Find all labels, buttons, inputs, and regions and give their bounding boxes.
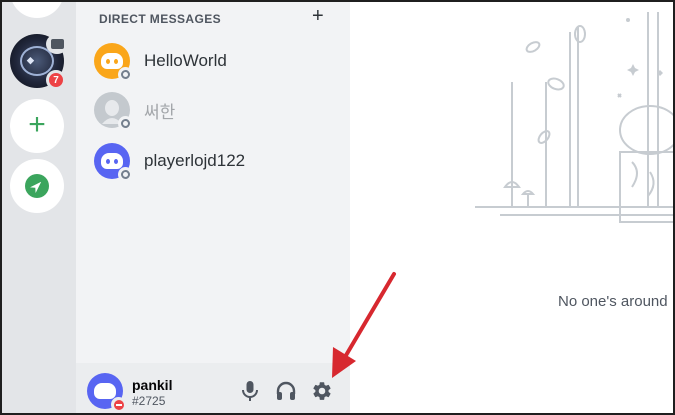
dm-item-label: playerlojd122: [144, 151, 246, 170]
avatar: [94, 43, 133, 82]
create-dm-button[interactable]: +: [312, 6, 324, 26]
home-button[interactable]: [10, 2, 64, 18]
plus-icon: +: [28, 108, 46, 141]
user-panel: pankil #2725: [76, 363, 350, 413]
mute-button[interactable]: [238, 379, 262, 403]
explore-servers-button[interactable]: [10, 159, 64, 213]
empty-state-illustration: [475, 12, 673, 223]
dm-sidebar: DIRECT MESSAGES + HelloWorld 써한 playerlo…: [76, 2, 350, 413]
discord-logo-icon: [94, 383, 116, 399]
dm-item-helloworld[interactable]: HelloWorld: [94, 39, 334, 83]
dm-item-label: 써한: [144, 102, 176, 122]
app-window: ◆ 7 + DIRECT MESSAGES + HelloWorld 써한 pl…: [0, 0, 675, 415]
username: pankil: [132, 377, 173, 393]
headphones-icon: [276, 381, 296, 400]
dm-item-playerlojd122[interactable]: playerlojd122: [94, 139, 334, 183]
deafen-button[interactable]: [274, 379, 298, 403]
unread-badge: 7: [46, 70, 66, 90]
empty-state-text: No one's around: [558, 293, 668, 310]
gear-icon: [313, 382, 331, 400]
server-logo-mark: ◆: [27, 55, 35, 65]
offline-status-icon: [118, 67, 133, 82]
dm-item-label: HelloWorld: [144, 51, 227, 70]
user-avatar[interactable]: [87, 373, 126, 412]
main-content: No one's around: [350, 2, 673, 413]
dnd-status-icon: [111, 397, 126, 412]
discord-logo-icon: [101, 153, 123, 169]
server-rail: ◆ 7 +: [2, 2, 76, 413]
user-tag: #2725: [132, 394, 166, 408]
offline-status-icon: [118, 167, 133, 182]
compass-icon: [25, 174, 49, 198]
user-settings-button[interactable]: [310, 379, 334, 403]
dm-section-header: DIRECT MESSAGES: [99, 12, 222, 26]
dm-item-user2[interactable]: 써한: [94, 88, 334, 132]
avatar: [94, 92, 133, 131]
offline-status-icon: [118, 116, 133, 131]
add-server-button[interactable]: +: [10, 99, 64, 153]
avatar: [94, 143, 133, 182]
microphone-icon: [242, 381, 258, 401]
discord-logo-icon: [101, 53, 123, 69]
monitor-icon: [46, 34, 68, 54]
